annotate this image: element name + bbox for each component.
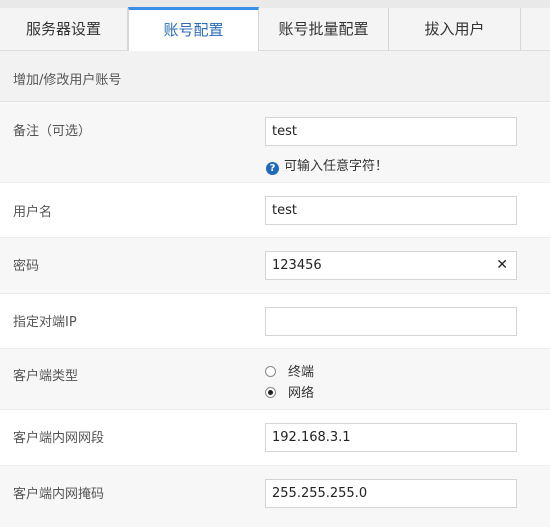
- section-title: 增加/修改用户账号: [13, 73, 122, 88]
- password-value: 123456: [272, 258, 322, 273]
- close-icon[interactable]: ✕: [496, 252, 508, 279]
- section-header: 增加/修改用户账号: [0, 51, 550, 102]
- radio-terminal-indicator[interactable]: [265, 366, 276, 377]
- username-label: 用户名: [13, 205, 53, 220]
- form-row-lan-segment: 客户端内网网段 192.168.3.1: [0, 410, 550, 466]
- tab-account-config[interactable]: 账号配置: [128, 7, 259, 51]
- lan-mask-label: 客户端内网掩码: [13, 487, 105, 502]
- radio-network[interactable]: 网络: [265, 382, 314, 401]
- form-row-remark: 备注（可选） test ? 可输入任意字符！: [0, 102, 550, 183]
- top-strip: [0, 0, 550, 8]
- peer-ip-input[interactable]: [265, 307, 517, 336]
- remark-label: 备注（可选）: [13, 124, 92, 139]
- form-row-lan-mask: 客户端内网掩码 255.255.255.0: [0, 466, 550, 527]
- form-row-peer-ip: 指定对端IP: [0, 294, 550, 349]
- question-circle-icon: ?: [266, 162, 279, 175]
- tab-dial-in-users[interactable]: 拔入用户: [389, 8, 521, 50]
- remark-input[interactable]: test: [265, 117, 517, 146]
- password-label: 密码: [13, 259, 40, 274]
- remark-hint-text: 可输入任意字符！: [284, 159, 389, 174]
- radio-terminal[interactable]: 终端: [265, 361, 314, 380]
- lan-segment-input[interactable]: 192.168.3.1: [265, 423, 517, 452]
- peer-ip-label: 指定对端IP: [13, 315, 77, 330]
- password-input[interactable]: 123456 ✕: [265, 251, 517, 280]
- form-row-password: 密码 123456 ✕: [0, 238, 550, 294]
- tab-bar: 服务器设置 账号配置 账号批量配置 拔入用户: [0, 7, 550, 59]
- lan-mask-input[interactable]: 255.255.255.0: [265, 479, 517, 508]
- form-row-username: 用户名 test: [0, 183, 550, 238]
- form-row-client-type: 客户端类型 终端 网络: [0, 349, 550, 410]
- radio-network-indicator[interactable]: [265, 387, 276, 398]
- remark-hint: ? 可输入任意字符！: [266, 155, 388, 175]
- radio-terminal-label: 终端: [288, 365, 315, 380]
- username-input[interactable]: test: [265, 196, 517, 225]
- client-type-label: 客户端类型: [13, 369, 79, 384]
- radio-network-label: 网络: [288, 386, 315, 401]
- tab-server-settings[interactable]: 服务器设置: [0, 8, 128, 50]
- lan-segment-label: 客户端内网网段: [13, 431, 105, 446]
- tab-batch-account-config[interactable]: 账号批量配置: [259, 8, 389, 50]
